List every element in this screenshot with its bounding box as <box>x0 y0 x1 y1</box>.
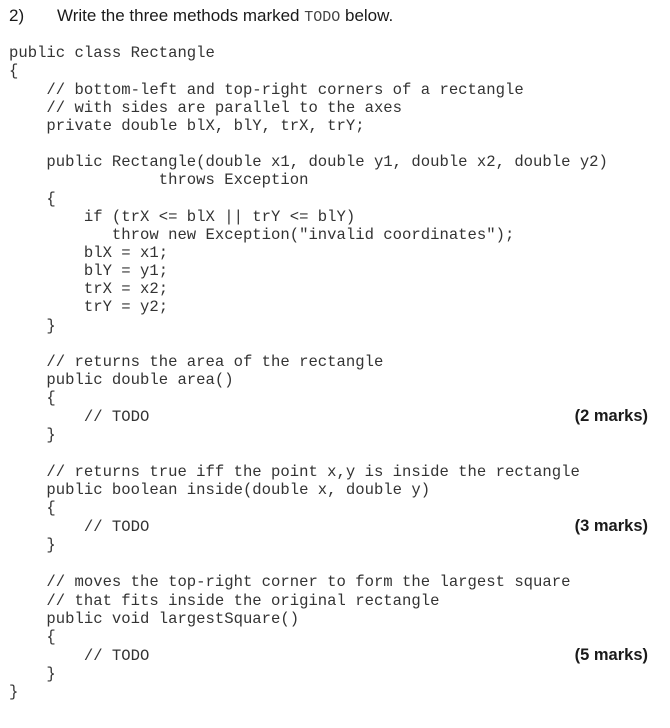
question-text: Write the three methods marked TODO belo… <box>57 6 393 26</box>
code-line-class-open: { <box>9 62 19 80</box>
code-line-class-close: } <box>9 683 19 701</box>
code-line-comment-square-2: // that fits inside the original rectang… <box>9 592 440 610</box>
code-line-assign-trx: trX = x2; <box>9 280 169 298</box>
code-line-fields: private double blX, blY, trX, trY; <box>9 117 365 135</box>
marks-inside: (3 marks) <box>574 517 648 535</box>
code-line-square-todo: // TODO <box>9 647 150 665</box>
code-line-throws: throws Exception <box>9 171 309 189</box>
code-line-assign-bly: blY = y1; <box>9 262 169 280</box>
code-line-area-close: } <box>9 426 56 444</box>
question-number: 2) <box>9 6 25 25</box>
code-line-square-decl: public void largestSquare() <box>9 610 300 628</box>
code-line-inside-open: { <box>9 499 56 517</box>
code-line-inside-close: } <box>9 536 56 554</box>
code-line-area-decl: public double area() <box>9 371 234 389</box>
code-line-inside-decl: public boolean inside(double x, double y… <box>9 481 431 499</box>
code-line-comment-area: // returns the area of the rectangle <box>9 353 384 371</box>
code-line-assign-blx: blX = x1; <box>9 244 169 262</box>
code-line-throw: throw new Exception("invalid coordinates… <box>9 226 515 244</box>
code-line-comment-inside: // returns true iff the point x,y is ins… <box>9 463 580 481</box>
code-line-area-open: { <box>9 389 56 407</box>
code-line-if-check: if (trX <= blX || trY <= blY) <box>9 208 356 226</box>
code-line-area-todo: // TODO <box>9 408 150 426</box>
code-line-square-close: } <box>9 665 56 683</box>
code-line-comment-corners: // bottom-left and top-right corners of … <box>9 81 524 99</box>
marks-area: (2 marks) <box>574 407 648 425</box>
question-code-word: TODO <box>304 9 341 26</box>
code-line-comment-sides: // with sides are parallel to the axes <box>9 99 403 117</box>
code-line-constructor-open: { <box>9 190 56 208</box>
code-line-comment-square-1: // moves the top-right corner to form th… <box>9 573 571 591</box>
code-line-class-decl: public class Rectangle <box>9 44 215 62</box>
question-text-before: Write the three methods marked <box>57 6 305 25</box>
code-line-square-open: { <box>9 628 56 646</box>
code-line-assign-try: trY = y2; <box>9 298 169 316</box>
code-line-constructor-close: } <box>9 317 56 335</box>
marks-largest-square: (5 marks) <box>574 646 648 664</box>
code-line-inside-todo: // TODO <box>9 518 150 536</box>
code-line-constructor-decl: public Rectangle(double x1, double y1, d… <box>9 153 608 171</box>
question-text-after: below. <box>340 6 394 25</box>
